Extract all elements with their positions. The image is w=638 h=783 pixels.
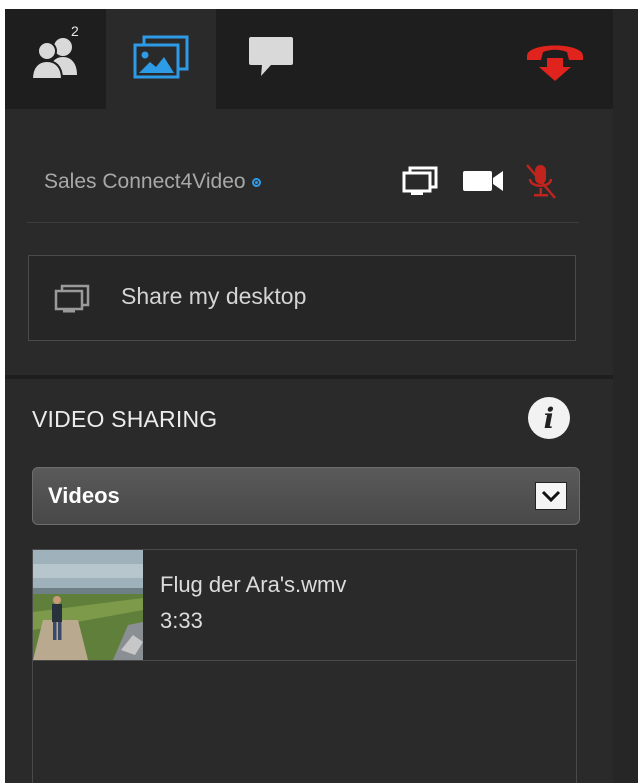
camera-toggle[interactable] [463, 167, 503, 199]
video-thumbnail [33, 550, 143, 660]
video-source-dropdown[interactable]: Videos [32, 467, 580, 525]
chat-bubble-icon [247, 34, 295, 85]
desktop-share-icon [53, 284, 91, 319]
video-camera-icon [462, 168, 504, 199]
share-desktop-label: Share my desktop [121, 283, 307, 309]
participants-count: 2 [71, 23, 79, 39]
list-item[interactable]: Flug der Ara's.wmv 3:33 [33, 550, 576, 661]
screen-share-toggle[interactable] [400, 166, 440, 201]
video-sharing-section: VIDEO SHARING i Videos Flug der Ara's.wm… [5, 379, 613, 783]
participant-name: Sales Connect4Video [44, 170, 246, 193]
video-list: Flug der Ara's.wmv 3:33 [32, 549, 577, 783]
participants-icon [28, 35, 84, 84]
microphone-toggle[interactable] [521, 163, 561, 199]
share-desktop-button[interactable]: Share my desktop [28, 255, 576, 341]
participant-section: Sales Connect4Video Share my desktop [5, 109, 613, 375]
dropdown-selected-value: Videos [48, 483, 120, 508]
microphone-muted-icon [523, 162, 559, 205]
video-duration: 3:33 [160, 608, 203, 633]
right-edge-strip [613, 9, 638, 783]
tab-chat[interactable] [216, 9, 326, 109]
hang-up-button[interactable] [520, 34, 590, 89]
divider [27, 222, 579, 223]
section-title: VIDEO SHARING [32, 406, 218, 432]
chevron-down-icon [535, 482, 567, 510]
tab-participants[interactable]: 2 [5, 9, 106, 109]
info-icon[interactable]: i [528, 397, 570, 439]
video-title: Flug der Ara's.wmv [160, 572, 347, 597]
images-icon [132, 34, 190, 85]
monitor-icon [402, 166, 438, 201]
presence-dot-icon [251, 177, 261, 187]
participant-row: Sales Connect4Video [27, 157, 579, 207]
tab-bar: 2 [5, 9, 613, 109]
conference-panel: 2 Sales Connect4Video Share my desktop V… [5, 9, 638, 783]
tab-media-sharing[interactable] [106, 9, 216, 109]
participant-name-wrap: Sales Connect4Video [44, 170, 261, 194]
hang-up-phone-icon [523, 36, 587, 87]
